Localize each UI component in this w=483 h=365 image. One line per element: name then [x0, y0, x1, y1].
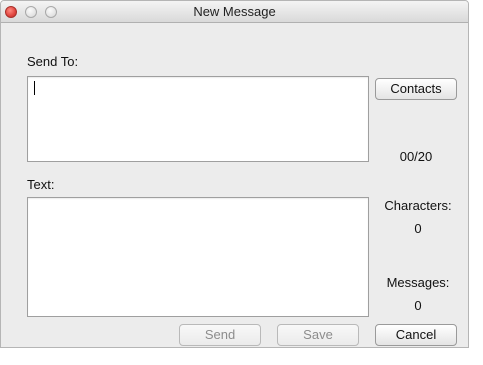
- characters-value: 0: [414, 221, 422, 236]
- recipient-count: 00/20: [399, 149, 433, 164]
- message-text-field[interactable]: [27, 197, 369, 317]
- contacts-button[interactable]: Contacts: [375, 78, 457, 100]
- title-bar: New Message: [1, 1, 468, 23]
- send-to-label: Send To:: [27, 54, 79, 69]
- new-message-window: New Message Send To: Contacts 00/20 Text…: [0, 0, 469, 348]
- characters-label: Characters:: [384, 198, 452, 213]
- messages-value: 0: [414, 298, 422, 313]
- messages-label: Messages:: [386, 275, 450, 290]
- send-to-field[interactable]: [27, 76, 369, 162]
- window-title: New Message: [193, 4, 276, 19]
- cancel-button[interactable]: Cancel: [375, 324, 457, 346]
- text-label: Text:: [27, 177, 55, 192]
- text-cursor: [34, 81, 35, 95]
- send-button[interactable]: Send: [179, 324, 261, 346]
- save-button[interactable]: Save: [277, 324, 359, 346]
